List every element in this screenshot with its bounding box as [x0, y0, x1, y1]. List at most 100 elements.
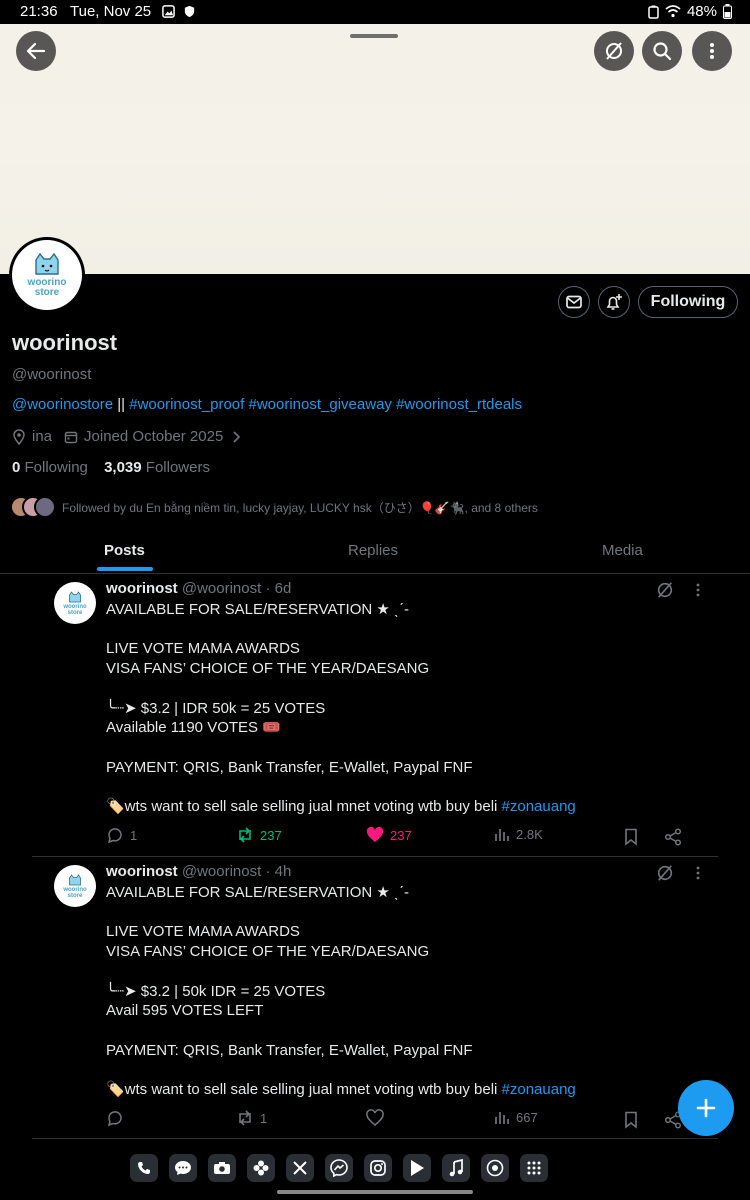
message-button[interactable]: [558, 286, 590, 318]
reply-button[interactable]: [106, 1109, 130, 1127]
like-button[interactable]: 237: [366, 826, 412, 844]
active-tab-indicator: [97, 567, 153, 571]
chrome-icon[interactable]: [481, 1154, 509, 1182]
avatar-text-2: store: [34, 287, 60, 298]
avatar-mascot-icon: [69, 590, 81, 602]
bio-link-woorinostore[interactable]: @woorinostore: [12, 396, 113, 413]
followed-by-row[interactable]: Followed by du En bằng niềm tin, lucky j…: [10, 496, 538, 518]
bio-hashtag-proof[interactable]: #woorinost_proof: [129, 396, 244, 413]
post-divider: [32, 1138, 718, 1139]
post-body-text: AVAILABLE FOR SALE/RESERVATION ★ ˎˊ- LIV…: [106, 601, 498, 816]
envelope-icon: [566, 295, 582, 309]
views-count: 2.8K: [516, 826, 543, 842]
music-icon[interactable]: [442, 1154, 470, 1182]
battery-saver-icon: [648, 5, 659, 19]
calendar-icon: [64, 431, 78, 443]
battery-icon: [723, 4, 732, 19]
app-dock: [130, 1154, 548, 1182]
location-pin-icon: [13, 428, 25, 445]
profile-bio: @woorinostore || #woorinost_proof #woori…: [12, 396, 522, 413]
follow-counts: 0 Following 3,039 Followers: [12, 459, 210, 476]
follower-avatar: [34, 496, 56, 518]
system-taskbar: [0, 1150, 750, 1200]
more-options-button[interactable]: [692, 31, 732, 71]
followers-count-link[interactable]: 3,039 Followers: [104, 459, 210, 476]
tab-media[interactable]: Media: [602, 542, 643, 559]
post-time: · 6d: [265, 580, 292, 597]
battery-percent: 48%: [686, 3, 717, 20]
grok-icon[interactable]: [656, 864, 674, 882]
post-more-icon[interactable]: [690, 582, 706, 598]
arrow-left-icon: [26, 42, 46, 60]
tab-posts[interactable]: Posts: [104, 542, 145, 559]
bookmark-icon[interactable]: [624, 828, 638, 846]
gallery-icon[interactable]: [247, 1154, 275, 1182]
instagram-icon[interactable]: [364, 1154, 392, 1182]
search-button[interactable]: [642, 31, 682, 71]
grok-button[interactable]: [594, 31, 634, 71]
repost-button[interactable]: 237: [236, 826, 282, 844]
post-author-name[interactable]: woorinost: [106, 863, 178, 880]
camera-icon[interactable]: [208, 1154, 236, 1182]
views-button[interactable]: 2.8K: [494, 826, 543, 842]
bio-separator: ||: [113, 396, 130, 413]
views-button[interactable]: 667: [494, 1109, 538, 1125]
post-hashtag[interactable]: #zonauang: [502, 798, 576, 815]
like-count: 237: [390, 827, 412, 843]
drag-handle[interactable]: [350, 34, 398, 38]
repost-button[interactable]: 1: [236, 1109, 267, 1127]
post-author-name[interactable]: woorinost: [106, 580, 178, 597]
phone-icon[interactable]: [130, 1154, 158, 1182]
post-divider: [32, 856, 718, 857]
tab-replies[interactable]: Replies: [348, 542, 398, 559]
bio-hashtag-giveaway[interactable]: #woorinost_giveaway: [249, 396, 392, 413]
repost-count: 1: [260, 1110, 268, 1126]
reply-button[interactable]: 1: [106, 826, 137, 844]
bookmark-icon[interactable]: [624, 1111, 638, 1129]
profile-avatar[interactable]: woorino store: [9, 237, 85, 313]
following-label: Following: [24, 459, 88, 476]
x-icon[interactable]: [286, 1154, 314, 1182]
post-hashtag[interactable]: #zonauang: [502, 1081, 576, 1098]
following-count: 0: [12, 459, 21, 476]
apps-grid-icon[interactable]: [520, 1154, 548, 1182]
display-name: woorinost: [12, 330, 118, 355]
shield-notification-icon: [184, 5, 195, 18]
post-more-icon[interactable]: [690, 865, 706, 881]
profile-location: ina: [32, 428, 53, 445]
followed-by-text: Followed by du En bằng niềm tin, lucky j…: [62, 500, 538, 515]
post-author-handle: @woorinost: [181, 580, 262, 597]
like-button[interactable]: [366, 1109, 390, 1127]
avatar-text-2: store: [67, 892, 83, 899]
play-store-icon[interactable]: [403, 1154, 431, 1182]
compose-post-button[interactable]: [678, 1080, 734, 1136]
post-text: AVAILABLE FOR SALE/RESERVATION ★ ˎˊ- LIV…: [106, 883, 726, 1100]
bell-plus-icon: [606, 294, 622, 310]
post-avatar[interactable]: woorino store: [54, 865, 96, 907]
post-time: · 4h: [265, 863, 292, 880]
notifications-button[interactable]: [598, 286, 630, 318]
home-indicator[interactable]: [277, 1190, 473, 1194]
bio-hashtag-rtdeals[interactable]: #woorinost_rtdeals: [396, 396, 522, 413]
back-button[interactable]: [16, 31, 56, 71]
post-actions: 1 667: [106, 1109, 696, 1131]
following-count-link[interactable]: 0 Following: [12, 459, 88, 476]
views-chart-icon: [495, 829, 509, 841]
plus-icon: [696, 1098, 716, 1118]
profile-meta: ina Joined October 2025: [12, 428, 247, 445]
chevron-right-icon[interactable]: [231, 430, 241, 444]
avatar-mascot-icon: [69, 873, 81, 885]
post-header: woorinost @woorinost · 6d: [106, 580, 291, 597]
grok-icon[interactable]: [656, 581, 674, 599]
search-icon: [653, 42, 672, 61]
messages-icon[interactable]: [169, 1154, 197, 1182]
post-avatar[interactable]: woorino store: [54, 582, 96, 624]
reply-count: 1: [130, 827, 138, 843]
messenger-icon[interactable]: [325, 1154, 353, 1182]
status-date: Tue, Nov 25: [70, 3, 152, 20]
share-icon[interactable]: [664, 828, 682, 846]
repost-count: 237: [260, 827, 282, 843]
following-button[interactable]: Following: [638, 286, 738, 318]
status-bar: 21:36 Tue, Nov 25 48%: [0, 0, 750, 24]
profile-joined: Joined October 2025: [84, 428, 224, 445]
